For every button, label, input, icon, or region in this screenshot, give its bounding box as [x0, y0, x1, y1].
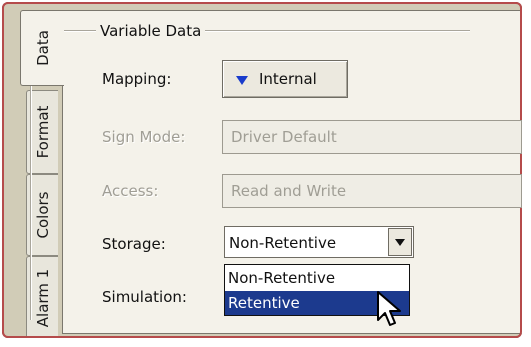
mapping-label: Mapping:	[102, 70, 172, 88]
triangle-down-icon	[236, 76, 248, 85]
access-field: Read and Write	[222, 174, 522, 208]
storage-selected-value: Non-Retentive	[229, 234, 337, 252]
storage-select[interactable]: Non-Retentive	[224, 226, 414, 258]
mapping-button-label: Internal	[259, 70, 317, 88]
simulation-label: Simulation:	[102, 288, 187, 306]
storage-label: Storage:	[102, 235, 166, 253]
tab-data-label: Data	[33, 30, 52, 66]
sign-mode-field: Driver Default	[222, 120, 522, 154]
tab-data[interactable]: Data	[20, 10, 64, 86]
access-value: Read and Write	[231, 182, 347, 200]
mouse-pointer-icon	[377, 291, 401, 326]
mapping-button[interactable]: Internal	[222, 60, 348, 98]
storage-option-non-retentive[interactable]: Non-Retentive	[225, 266, 409, 290]
group-title: Variable Data	[96, 22, 206, 40]
access-label: Access:	[102, 182, 159, 200]
sign-mode-label: Sign Mode:	[102, 128, 186, 146]
sign-mode-value: Driver Default	[231, 128, 337, 146]
chevron-down-icon	[395, 239, 405, 246]
dropdown-arrow-button[interactable]	[388, 228, 412, 256]
